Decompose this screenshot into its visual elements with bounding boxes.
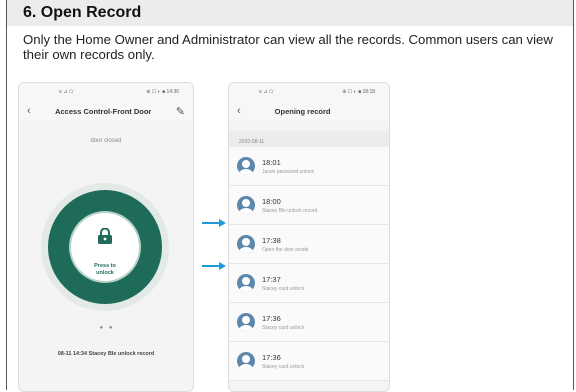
unlock-label-line1: Press to [94, 263, 116, 269]
record-time: 17:36 [262, 352, 281, 362]
record-text: 18:01 Jason password unlock [262, 158, 314, 175]
user-avatar-icon [237, 352, 255, 370]
date-header: 2020-08-11 [229, 131, 389, 147]
record-description: Stacey Ble unlock record [262, 207, 318, 214]
door-state-text: door closed [90, 138, 122, 144]
record-row[interactable]: 17:36 Stacey card unlock [229, 342, 389, 381]
last-record-text[interactable]: 08-11 14:34 Stacey Ble unlock record [19, 351, 193, 357]
section-description: Only the Home Owner and Administrator ca… [23, 32, 553, 62]
record-description: Open the door inside [262, 246, 309, 253]
user-avatar-icon [237, 196, 255, 214]
record-description: Jason password unlock [262, 168, 314, 175]
record-text: 17:36 Stacey card unlock [262, 314, 304, 331]
record-row[interactable]: 17:36 Stacey card unlock [229, 303, 389, 342]
arrow-right-icon [202, 219, 226, 227]
unlock-label: Press to unlock [75, 263, 135, 277]
lock-icon [98, 228, 112, 244]
record-list: 18:01 Jason password unlock 18:00 Stacey Bl… [229, 147, 389, 381]
user-avatar-icon [237, 235, 255, 253]
arrow-right-icon [202, 262, 226, 270]
record-row[interactable]: 18:00 Stacey Ble unlock record [229, 186, 389, 225]
screen-title: Opening record [274, 106, 331, 116]
screen-title: Access Control-Front Door [55, 106, 152, 116]
status-bar: ≡ ⊿ ☖ ⊕ ☐ ◐ ■ 14:36 [19, 83, 193, 101]
chevron-left-icon[interactable]: ‹ [237, 105, 241, 117]
status-left: ≡ ⊿ ☖ [259, 89, 274, 95]
record-row[interactable]: 18:01 Jason password unlock [229, 147, 389, 186]
record-description: Stacey card unlock [262, 324, 305, 331]
record-row[interactable]: 17:38 Open the door inside [229, 225, 389, 264]
status-bar: ≡ ⊿ ☖ ⊕ ☐ ◐ ■ 18:18 [229, 83, 389, 101]
title-bar: ‹ Opening record [229, 101, 389, 121]
user-avatar-icon [237, 157, 255, 175]
unlock-label-line2: unlock [96, 270, 114, 276]
chevron-left-icon[interactable]: ‹ [27, 105, 31, 117]
user-avatar-icon [237, 313, 255, 331]
status-right: ⊕ ☐ ◐ ■ 18:18 [342, 89, 375, 95]
pencil-icon[interactable]: ✎ [176, 105, 185, 118]
opening-record-screenshot: ≡ ⊿ ☖ ⊕ ☐ ◐ ■ 18:18 ‹ Opening record 202… [228, 82, 390, 392]
access-control-screenshot: ≡ ⊿ ☖ ⊕ ☐ ◐ ■ 14:36 ‹ Access Control-Fro… [18, 82, 194, 392]
status-right: ⊕ ☐ ◐ ■ 14:36 [146, 89, 179, 95]
title-bar: ‹ Access Control-Front Door ✎ [19, 101, 193, 121]
page-indicator: ● ● [99, 325, 115, 331]
record-time: 18:01 [262, 157, 281, 167]
record-text: 17:38 Open the door inside [262, 236, 308, 253]
record-time: 17:38 [262, 235, 281, 245]
record-text: 17:37 Stacey card unlock [262, 275, 304, 292]
section-heading: 6. Open Record [23, 4, 142, 21]
record-description: Stacey card unlock [262, 363, 305, 370]
record-time: 18:00 [262, 196, 281, 206]
record-text: 18:00 Stacey Ble unlock record [262, 197, 317, 214]
record-time: 17:36 [262, 313, 281, 323]
record-text: 17:36 Stacey card unlock [262, 353, 304, 370]
record-row[interactable]: 17:37 Stacey card unlock [229, 264, 389, 303]
record-time: 17:37 [262, 274, 281, 284]
status-left: ≡ ⊿ ☖ [59, 89, 74, 95]
user-avatar-icon [237, 274, 255, 292]
record-description: Stacey card unlock [262, 285, 305, 292]
